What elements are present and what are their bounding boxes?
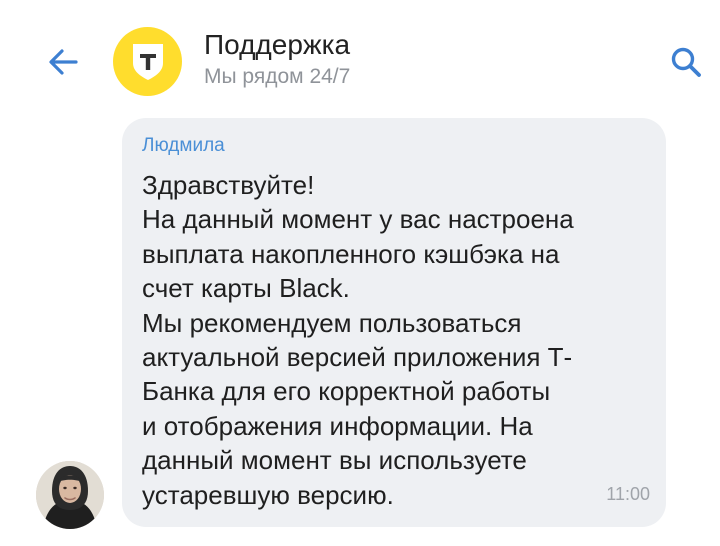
chat-screen: Поддержка Мы рядом 24/7 Людмила Здравств… xyxy=(0,0,720,546)
message-line: данный момент вы используете xyxy=(142,445,527,476)
message-timestamp: 11:00 xyxy=(606,484,650,504)
message-text: Здравствуйте! На данный момент у вас нас… xyxy=(142,168,657,512)
t-bank-shield-icon xyxy=(132,43,163,80)
chat-subtitle: Мы рядом 24/7 xyxy=(204,65,351,88)
message-line: Банка для его корректной работы xyxy=(142,376,551,407)
sender-name: Людмила xyxy=(142,135,225,156)
search-button[interactable] xyxy=(664,40,708,84)
message-line: выплата накопленного кэшбэка на xyxy=(142,238,560,269)
sender-photo xyxy=(36,461,104,529)
chat-header: Поддержка Мы рядом 24/7 xyxy=(0,0,720,110)
back-button[interactable] xyxy=(40,42,86,82)
message-line: Мы рекомендуем пользоваться xyxy=(142,307,522,338)
message-line: Здравствуйте! xyxy=(142,170,315,200)
chat-title: Поддержка xyxy=(204,29,351,60)
message-line: и отображения информации. На xyxy=(142,410,533,441)
chat-avatar[interactable] xyxy=(113,27,182,96)
message-line: счет карты Black. xyxy=(142,273,350,304)
search-icon xyxy=(671,47,701,77)
sender-avatar[interactable] xyxy=(36,461,104,529)
message-line: устаревшую версию. xyxy=(142,479,394,510)
message-line: На данный момент у вас настроена xyxy=(142,204,574,235)
message-bubble[interactable]: Людмила Здравствуйте! На данный момент у… xyxy=(122,118,666,527)
message-line: актуальной версией приложения Т- xyxy=(142,342,573,373)
arrow-left-icon xyxy=(49,49,78,75)
